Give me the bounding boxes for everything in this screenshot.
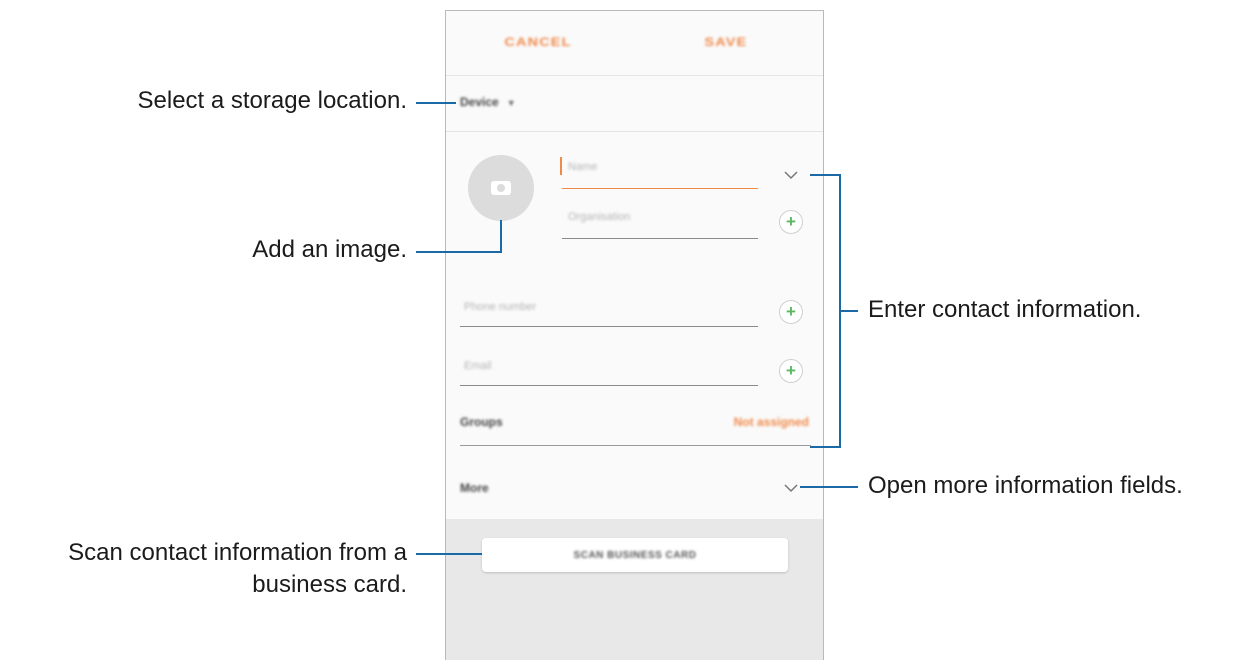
name-placeholder: Name [568, 161, 598, 173]
add-phone-plus-icon[interactable]: + [779, 300, 803, 324]
text-cursor [560, 157, 562, 175]
more-label[interactable]: More [460, 481, 489, 495]
expand-name-chevron-icon[interactable] [784, 171, 798, 180]
leader-line-scan [416, 553, 482, 555]
leader-line-image-vertical [500, 220, 502, 253]
callout-add-image: Add an image. [252, 236, 407, 263]
name-field[interactable]: Name [560, 157, 758, 189]
phone-screen: CANCEL SAVE Device ▼ Name Organisation + … [445, 10, 824, 660]
callout-more-fields: Open more information fields. [868, 472, 1183, 499]
scan-business-card-label: SCAN BUSINESS CARD [573, 549, 697, 561]
leader-line-image-horizontal [416, 251, 502, 253]
dropdown-triangle-icon: ▼ [506, 98, 516, 108]
organisation-field[interactable]: Organisation [562, 209, 758, 239]
groups-value-button[interactable]: Not assigned [734, 415, 809, 429]
add-image-button[interactable] [468, 155, 534, 221]
scan-business-card-button[interactable]: SCAN BUSINESS CARD [482, 538, 788, 572]
bracket-top [810, 174, 841, 176]
callout-storage-location: Select a storage location. [137, 87, 408, 114]
leader-line-more-fields [800, 486, 858, 488]
leader-line-contact-info [841, 310, 858, 312]
groups-label: Groups [460, 415, 503, 429]
bracket-bottom [810, 446, 841, 448]
add-email-plus-icon[interactable]: + [779, 359, 803, 383]
camera-icon [491, 181, 511, 195]
add-organisation-plus-icon[interactable]: + [779, 210, 803, 234]
callout-contact-info: Enter contact information. [868, 296, 1142, 323]
phone-number-placeholder: Phone number [464, 301, 537, 313]
phone-number-field[interactable]: Phone number [460, 297, 758, 327]
storage-location-selector[interactable]: Device ▼ [460, 95, 516, 109]
callout-scan-line-1: Scan contact information from a [68, 539, 407, 566]
organisation-placeholder: Organisation [568, 211, 631, 223]
divider [446, 131, 823, 132]
save-button[interactable]: SAVE [704, 35, 747, 49]
leader-line-storage [416, 102, 456, 104]
groups-underline [460, 445, 811, 446]
storage-location-label: Device [460, 95, 499, 109]
email-placeholder: Email [464, 360, 492, 372]
email-field[interactable]: Email [460, 356, 758, 386]
more-chevron-icon[interactable] [784, 484, 798, 493]
callout-scan-line-2: business card. [252, 571, 407, 598]
top-action-bar: CANCEL SAVE [446, 11, 823, 76]
cancel-button[interactable]: CANCEL [504, 35, 571, 49]
